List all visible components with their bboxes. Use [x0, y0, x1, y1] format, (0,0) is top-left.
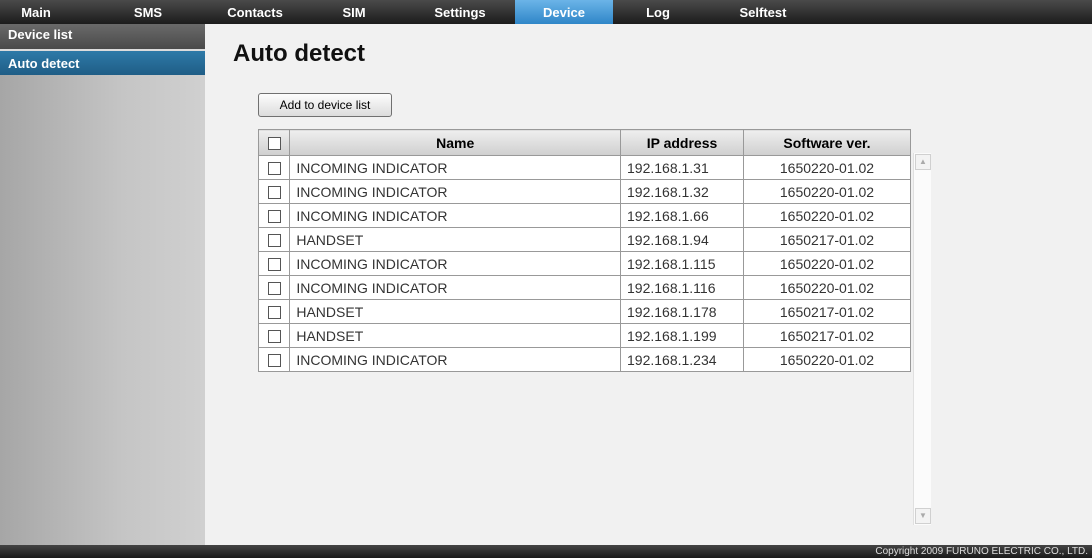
device-name-cell: HANDSET [289, 299, 621, 324]
table-row: HANDSET 192.168.1.94 1650217-01.02 [257, 227, 911, 252]
row-checkbox-cell [257, 155, 291, 180]
nav-tab-contacts[interactable]: Contacts [214, 0, 296, 24]
row-checkbox-cell [257, 323, 291, 348]
table-row: INCOMING INDICATOR 192.168.1.115 1650220… [257, 251, 911, 276]
software-version-cell: 1650220-01.02 [743, 155, 911, 180]
select-all-header [257, 129, 291, 156]
nav-tab-sim[interactable]: SIM [318, 0, 390, 24]
row-checkbox[interactable] [267, 354, 281, 368]
sidebar-item-auto-detect[interactable]: Auto detect [0, 51, 205, 75]
device-name-cell: INCOMING INDICATOR [289, 347, 621, 372]
ip-address-cell: 192.168.1.94 [620, 227, 744, 252]
row-checkbox-cell [257, 347, 291, 372]
column-header-software-version: Software ver. [743, 129, 911, 156]
row-checkbox-cell [257, 179, 291, 204]
ip-address-cell: 192.168.1.32 [620, 179, 744, 204]
scroll-up-arrow-icon[interactable]: ▲ [915, 154, 931, 170]
footer-bar: Copyright 2009 FURUNO ELECTRIC CO., LTD. [0, 545, 1092, 558]
row-checkbox-cell [257, 251, 291, 276]
ip-address-cell: 192.168.1.178 [620, 299, 744, 324]
device-name-cell: HANDSET [289, 323, 621, 348]
device-name-cell: INCOMING INDICATOR [289, 179, 621, 204]
row-checkbox-cell [257, 299, 291, 324]
table-scrollbar[interactable]: ▲ ▼ [913, 153, 931, 525]
nav-tab-selftest[interactable]: Selftest [718, 0, 808, 24]
software-version-cell: 1650217-01.02 [743, 323, 911, 348]
row-checkbox[interactable] [267, 306, 281, 320]
table-row: INCOMING INDICATOR 192.168.1.31 1650220-… [257, 155, 911, 180]
software-version-cell: 1650217-01.02 [743, 227, 911, 252]
nav-tab-sms[interactable]: SMS [112, 0, 184, 24]
device-name-cell: INCOMING INDICATOR [289, 251, 621, 276]
ip-address-cell: 192.168.1.66 [620, 203, 744, 228]
nav-tab-settings[interactable]: Settings [410, 0, 510, 24]
ip-address-cell: 192.168.1.115 [620, 251, 744, 276]
row-checkbox-cell [257, 227, 291, 252]
column-header-name: Name [289, 129, 621, 156]
device-name-cell: HANDSET [289, 227, 621, 252]
row-checkbox[interactable] [267, 330, 281, 344]
ip-address-cell: 192.168.1.234 [620, 347, 744, 372]
column-header-ip-address: IP address [620, 129, 744, 156]
table-row: INCOMING INDICATOR 192.168.1.66 1650220-… [257, 203, 911, 228]
row-checkbox[interactable] [267, 234, 281, 248]
device-name-cell: INCOMING INDICATOR [289, 203, 621, 228]
nav-tab-main[interactable]: Main [0, 0, 72, 24]
top-nav-bar: Main SMS Contacts SIM Settings Device Lo… [0, 0, 1092, 24]
software-version-cell: 1650220-01.02 [743, 275, 911, 300]
table-header-row: Name IP address Software ver. [257, 129, 911, 156]
copyright-text: Copyright 2009 FURUNO ELECTRIC CO., LTD. [875, 546, 1088, 557]
nav-tab-device[interactable]: Device [515, 0, 613, 24]
row-checkbox-cell [257, 275, 291, 300]
table-row: HANDSET 192.168.1.178 1650217-01.02 [257, 299, 911, 324]
scroll-down-arrow-icon[interactable]: ▼ [915, 508, 931, 524]
software-version-cell: 1650220-01.02 [743, 251, 911, 276]
device-name-cell: INCOMING INDICATOR [289, 155, 621, 180]
software-version-cell: 1650217-01.02 [743, 299, 911, 324]
ip-address-cell: 192.168.1.31 [620, 155, 744, 180]
table-row: INCOMING INDICATOR 192.168.1.234 1650220… [257, 347, 911, 372]
nav-tab-log[interactable]: Log [628, 0, 688, 24]
row-checkbox[interactable] [267, 258, 281, 272]
ip-address-cell: 192.168.1.116 [620, 275, 744, 300]
row-checkbox[interactable] [267, 210, 281, 224]
sidebar-item-device-list[interactable]: Device list [0, 24, 205, 49]
table-row: INCOMING INDICATOR 192.168.1.116 1650220… [257, 275, 911, 300]
ip-address-cell: 192.168.1.199 [620, 323, 744, 348]
page-title: Auto detect [233, 40, 365, 67]
row-checkbox[interactable] [267, 186, 281, 200]
sidebar: Device list Auto detect [0, 24, 205, 545]
table-row: HANDSET 192.168.1.199 1650217-01.02 [257, 323, 911, 348]
row-checkbox[interactable] [267, 282, 281, 296]
device-name-cell: INCOMING INDICATOR [289, 275, 621, 300]
software-version-cell: 1650220-01.02 [743, 179, 911, 204]
table-row: INCOMING INDICATOR 192.168.1.32 1650220-… [257, 179, 911, 204]
select-all-checkbox[interactable] [267, 137, 281, 151]
software-version-cell: 1650220-01.02 [743, 203, 911, 228]
add-to-device-list-button[interactable]: Add to device list [258, 93, 392, 117]
software-version-cell: 1650220-01.02 [743, 347, 911, 372]
device-table: Name IP address Software ver. INCOMING I… [257, 129, 911, 372]
row-checkbox-cell [257, 203, 291, 228]
row-checkbox[interactable] [267, 162, 281, 176]
